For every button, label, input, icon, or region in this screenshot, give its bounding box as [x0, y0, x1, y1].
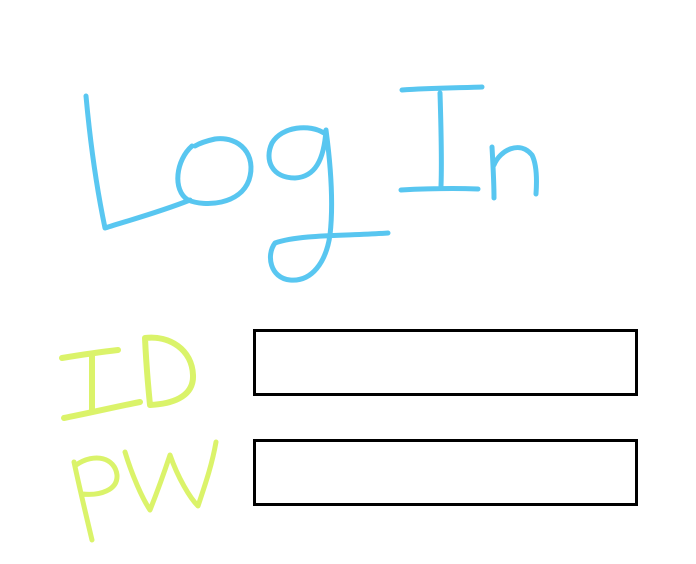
id-input[interactable] — [253, 329, 638, 396]
pw-letter-w — [122, 439, 219, 513]
pw-letter-p — [71, 455, 120, 543]
password-input[interactable] — [253, 439, 638, 506]
